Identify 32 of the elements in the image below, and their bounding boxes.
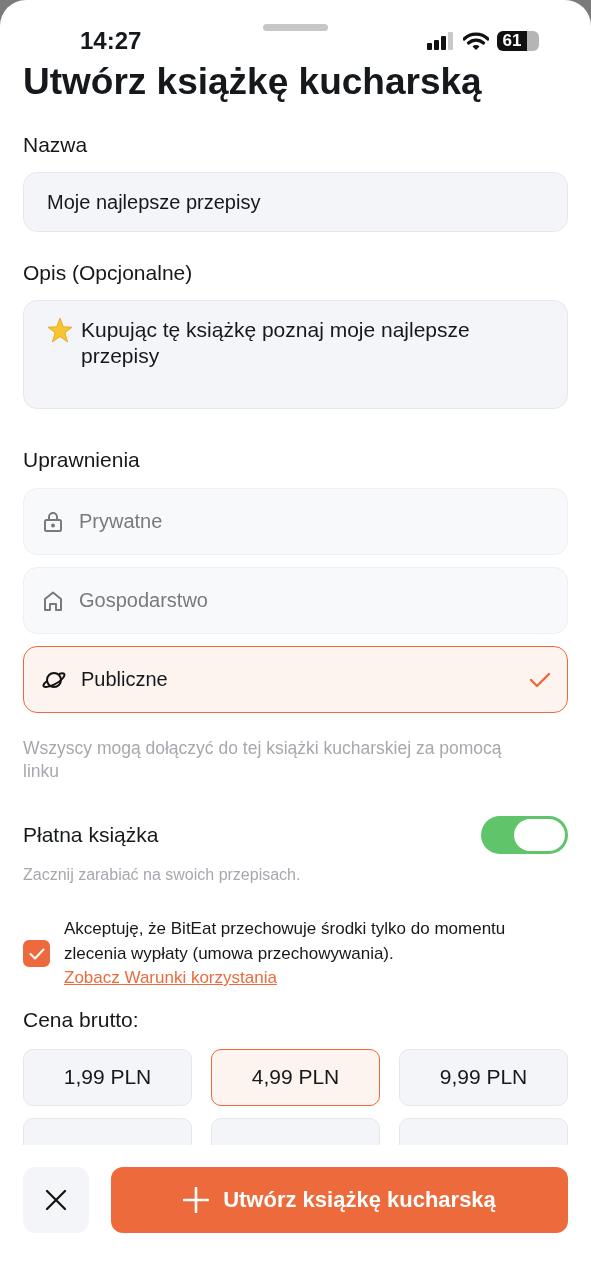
description-text: Kupując tę książkę poznaj moje najlepsze przepisy xyxy=(81,317,471,369)
field-label: Opis (Opcjonalne) xyxy=(23,260,194,286)
price-option[interactable]: 4,99 PLN xyxy=(211,1048,380,1106)
lock-icon xyxy=(42,510,64,533)
sheet-handle[interactable] xyxy=(263,24,328,31)
house-icon xyxy=(42,589,64,612)
signal-icon xyxy=(427,32,455,50)
price-option[interactable]: 1,99 PLN xyxy=(23,1048,192,1106)
paid-book-toggle[interactable] xyxy=(481,816,568,854)
check-icon xyxy=(28,947,45,960)
wifi-icon xyxy=(463,31,489,51)
consent-checkbox[interactable] xyxy=(23,940,50,968)
status-time: 14:27 xyxy=(80,27,142,55)
price-label: Cena brutto: xyxy=(23,1006,140,1033)
field-label: Nazwa xyxy=(23,132,89,158)
plus-icon xyxy=(183,1187,210,1213)
section-label: Uprawnienia xyxy=(23,447,141,473)
paid-book-label: Płatna książka xyxy=(23,823,159,847)
permission-option[interactable]: Publiczne xyxy=(23,646,568,713)
page-title: Utwórz książkę kucharską xyxy=(23,60,483,104)
close-icon xyxy=(44,1188,68,1212)
description-field[interactable]: Kupując tę książkę poznaj moje najlepsze przepisy xyxy=(23,300,568,409)
permission-hint: Wszyscy mogą dołączyć do tej książki kucharskiej za pomocą linku xyxy=(23,737,503,783)
consent-text: Akceptuję, że BitEat przechowuje środki tylko do momentu zlecenia wypłaty (umowa przechowywania). Zobacz Warunki korzystania xyxy=(64,918,507,989)
close-button[interactable] xyxy=(23,1167,89,1233)
paid-book-subtitle: Zacznij zarabiać na swoich przepisach. xyxy=(23,866,302,884)
star-icon xyxy=(47,317,73,343)
check-icon xyxy=(529,671,551,688)
permission-option[interactable]: Gospodarstwo xyxy=(23,567,568,634)
price-option[interactable]: 9,99 PLN xyxy=(399,1048,568,1106)
permission-option[interactable]: Prywatne xyxy=(23,488,568,555)
name-field[interactable]: Moje najlepsze przepisy xyxy=(23,172,568,232)
